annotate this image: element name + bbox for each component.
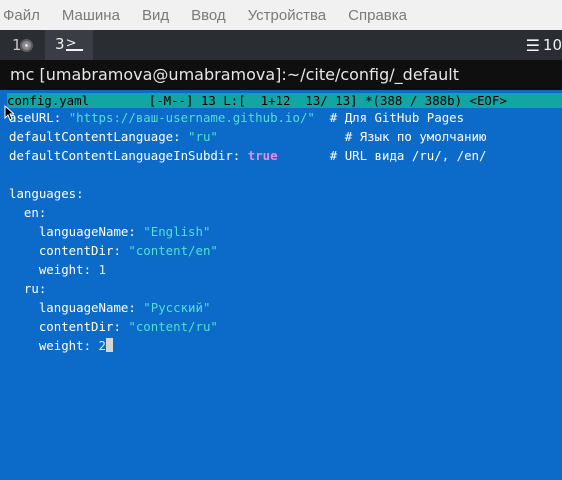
window-title: mc [umabramova@umabramova]:~/cite/config… — [0, 60, 562, 90]
code-line: contentDir: "content/ru" — [38, 319, 218, 334]
code-line: en: — [23, 205, 47, 220]
menu-help[interactable]: Справка — [339, 7, 416, 24]
code-line: ru: — [23, 281, 47, 296]
hamburger-icon: ☰ — [525, 35, 540, 55]
mouse-pointer-icon — [4, 105, 14, 121]
workspace-tab-3[interactable]: 3 >_ — [45, 30, 93, 60]
menu-devices[interactable]: Устройства — [239, 7, 335, 24]
menu-input[interactable]: Ввод — [182, 7, 235, 24]
code-line: weight: 1 — [38, 262, 106, 277]
code-line: languageName: "English" — [38, 224, 211, 239]
code-line: defaultContentLanguage: "ru" # Язык по у… — [9, 129, 487, 144]
code-line: languages: — [9, 186, 84, 201]
chrome-icon — [19, 38, 33, 52]
vm-menubar: Файл Машина Вид Ввод Устройства Справка — [0, 0, 562, 30]
workspace-tabbar: 1 3 >_ ☰ 10 — [0, 30, 562, 60]
menu-view[interactable]: Вид — [133, 7, 178, 24]
tab-menu-label: 10 — [542, 36, 562, 54]
code-line: languageName: "Русский" — [38, 300, 211, 315]
text-cursor — [106, 338, 113, 352]
menu-file[interactable]: Файл — [3, 7, 49, 24]
code-line: aseURL: "https://ваш-username.github.io/… — [9, 110, 465, 125]
code-line: contentDir: "content/en" — [38, 243, 218, 258]
tab-menu-button[interactable]: ☰ 10 — [526, 30, 562, 60]
terminal-icon: >_ — [65, 35, 83, 51]
code-line: defaultContentLanguageInSubdir: true # U… — [9, 148, 487, 163]
menu-machine[interactable]: Машина — [53, 7, 129, 24]
code-line: weight: 2 — [9, 336, 113, 355]
workspace-tab-1[interactable]: 1 — [12, 30, 44, 60]
workspace-tab-3-number: 3 — [55, 35, 65, 53]
editor-status-line: config.yaml [-M--] 13 L:[ 1+12 13/ 13] *… — [7, 93, 562, 108]
mc-editor[interactable]: config.yaml [-M--] 13 L:[ 1+12 13/ 13] *… — [0, 90, 562, 427]
